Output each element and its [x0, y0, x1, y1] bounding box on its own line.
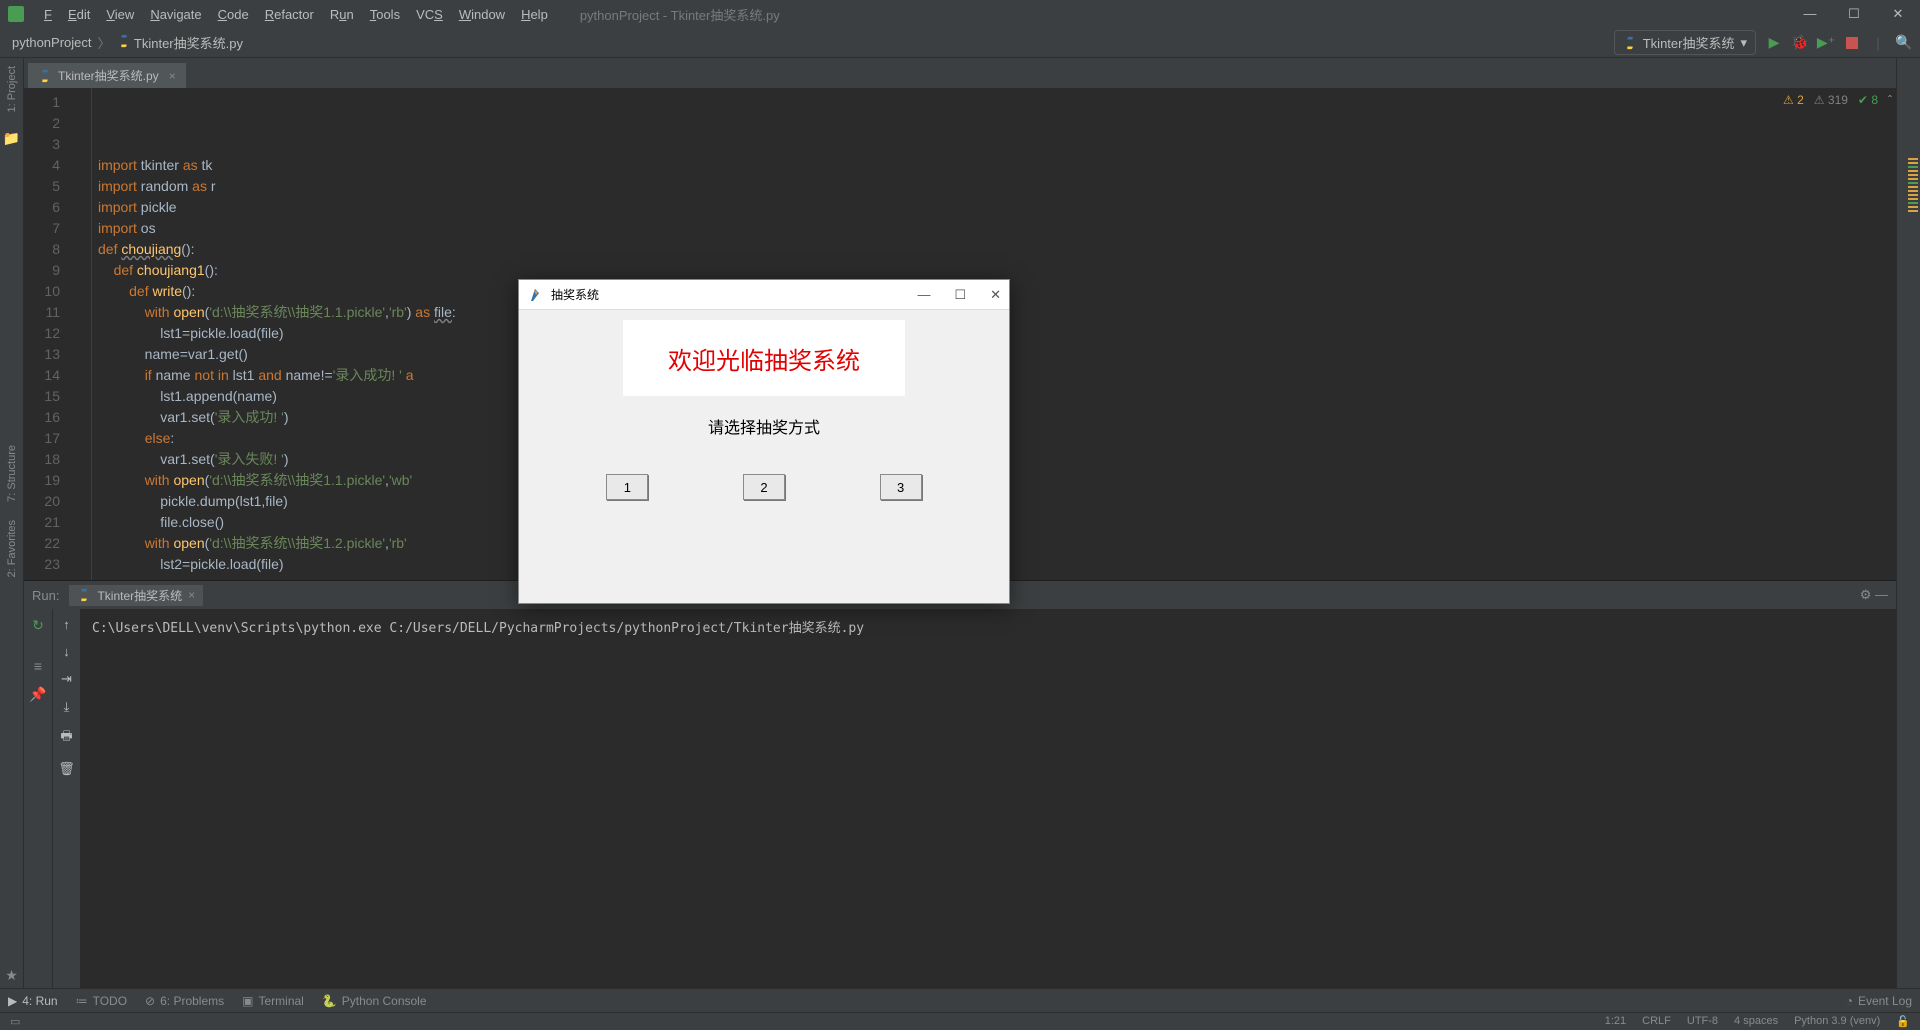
python-icon [38, 69, 52, 83]
tkinter-subtitle: 请选择抽奖方式 [519, 414, 1009, 438]
rerun-icon[interactable]: ↻ [32, 617, 44, 634]
maximize-button[interactable]: ☐ [1832, 6, 1876, 22]
right-gutter [1896, 58, 1920, 992]
tkinter-buttons: 1 2 3 [519, 474, 1009, 500]
gear-icon[interactable]: ⚙ — [1860, 587, 1888, 603]
folder-icon[interactable]: 📁 [3, 130, 20, 147]
close-icon[interactable]: × [188, 588, 195, 602]
editor-tabs: Tkinter抽奖系统.py × [24, 58, 1896, 88]
run-tab[interactable]: Tkinter抽奖系统 × [69, 585, 203, 606]
print-icon[interactable]: 🖶 [60, 727, 72, 749]
search-icon[interactable]: 🔍 [1896, 35, 1912, 51]
tk-feather-icon [527, 287, 543, 303]
breadcrumb-separator [96, 33, 113, 52]
menu-file[interactable]: F [36, 7, 60, 22]
navbar: pythonProject Tkinter抽奖系统.py Tkinter抽奖系统… [0, 28, 1920, 58]
tab-problems[interactable]: ⊘ 6: Problems [145, 994, 224, 1008]
breadcrumb-project[interactable]: pythonProject [8, 35, 96, 50]
fold-column[interactable] [72, 88, 92, 580]
tk-minimize[interactable]: — [917, 287, 930, 303]
tkinter-window: 抽奖系统 — ☐ ✕ 欢迎光临抽奖系统 请选择抽奖方式 1 2 3 [518, 279, 1010, 604]
left-tool-gutter: 1: Project 📁 7: Structure 2: Favorites ★ [0, 58, 24, 992]
breadcrumb-file[interactable]: Tkinter抽奖系统.py [113, 33, 247, 52]
menu-edit[interactable]: Edit [60, 7, 98, 22]
menu-navigate[interactable]: Navigate [142, 7, 209, 22]
down-icon[interactable]: ↓ [63, 644, 70, 659]
debug-button[interactable]: 🐞 [1792, 35, 1808, 51]
tool-project[interactable]: 1: Project [6, 66, 18, 112]
run-toolbar-left2: ↑ ↓ ⇥ ⤓ 🖶 🗑 [52, 609, 80, 992]
layout-icon[interactable]: ≡ [34, 658, 42, 674]
status-icon[interactable]: ▭ [10, 1015, 20, 1028]
wrap-icon[interactable]: ⇥ [61, 671, 72, 687]
stop-button[interactable] [1844, 35, 1860, 51]
ok-count: ✔ 8 [1858, 90, 1878, 111]
tab-python-console[interactable]: 🐍 Python Console [322, 994, 427, 1008]
minimize-button[interactable]: — [1788, 6, 1832, 22]
tk-close[interactable]: ✕ [990, 287, 1001, 303]
menu-tools[interactable]: Tools [362, 7, 408, 22]
window-title: pythonProject - Tkinter抽奖系统.py [580, 5, 780, 24]
menu-view[interactable]: View [98, 7, 142, 22]
python-icon [77, 588, 91, 602]
chevron-down-icon: ▾ [1740, 35, 1747, 51]
menu-help[interactable]: Help [513, 7, 556, 22]
close-tab-icon[interactable]: × [169, 69, 176, 83]
encoding[interactable]: UTF-8 [1687, 1015, 1718, 1028]
run-toolbar-left: ↻ ≡ 📌 [24, 609, 52, 992]
line-numbers: 1234567891011121314151617181920212223 [24, 88, 72, 580]
tab-event-log[interactable]: ◔ Event Log [1846, 994, 1912, 1008]
tk-maximize[interactable]: ☐ [954, 287, 966, 303]
error-count: ⚠ 2 [1783, 90, 1804, 111]
trash-icon[interactable]: 🗑 [58, 761, 75, 777]
indent[interactable]: 4 spaces [1734, 1015, 1778, 1028]
tool-favorites[interactable]: 2: Favorites [6, 520, 18, 577]
menu-code[interactable]: Code [210, 7, 257, 22]
menu-vcs[interactable]: VCS [408, 7, 451, 22]
tab-terminal[interactable]: ▣ Terminal [242, 994, 304, 1008]
run-output[interactable]: C:\Users\DELL\venv\Scripts\python.exe C:… [80, 609, 1896, 992]
menu-refactor[interactable]: Refactor [257, 7, 322, 22]
app-icon [8, 6, 24, 22]
run-config-selector[interactable]: Tkinter抽奖系统 ▾ [1614, 30, 1756, 55]
run-panel: Run: Tkinter抽奖系统 × ⚙ — ↻ ≡ 📌 ↑ ↓ ⇥ ⤓ 🖶 🗑… [24, 580, 1896, 992]
bottom-tool-tabs: ▶ 4: Run ≔ TODO ⊘ 6: Problems ▣ Terminal… [0, 988, 1920, 1012]
close-button[interactable]: ✕ [1876, 6, 1920, 22]
tab-run[interactable]: ▶ 4: Run [8, 994, 58, 1008]
cursor-position[interactable]: 1:21 [1605, 1015, 1626, 1028]
tkinter-titlebar[interactable]: 抽奖系统 — ☐ ✕ [519, 280, 1009, 310]
python-icon [1623, 36, 1637, 50]
tk-button-1[interactable]: 1 [606, 474, 648, 500]
line-ending[interactable]: CRLF [1642, 1015, 1671, 1028]
menubar: F Edit View Navigate Code Refactor Run T… [0, 0, 1920, 28]
scroll-icon[interactable]: ⤓ [64, 699, 70, 715]
up-icon[interactable]: ↑ [63, 617, 70, 632]
tool-structure[interactable]: 7: Structure [6, 445, 18, 502]
lock-icon[interactable]: 🔓 [1896, 1015, 1910, 1028]
warning-count: ⚠ 319 [1814, 90, 1848, 111]
run-button[interactable]: ▶ [1766, 35, 1782, 51]
pin-icon[interactable]: 📌 [29, 686, 46, 703]
menu-run[interactable]: Run [322, 7, 362, 22]
tk-button-2[interactable]: 2 [743, 474, 785, 500]
tkinter-title: 抽奖系统 [551, 286, 599, 303]
interpreter[interactable]: Python 3.9 (venv) [1794, 1015, 1880, 1028]
statusbar: ▭ 1:21 CRLF UTF-8 4 spaces Python 3.9 (v… [0, 1012, 1920, 1030]
chevron-up-icon[interactable]: ˆ [1888, 90, 1892, 111]
editor-tab[interactable]: Tkinter抽奖系统.py × [28, 63, 186, 88]
error-stripe[interactable] [1908, 158, 1918, 212]
divider: | [1870, 35, 1886, 51]
tab-todo[interactable]: ≔ TODO [76, 994, 127, 1008]
inspection-widget[interactable]: ⚠ 2 ⚠ 319 ✔ 8 ˆ [1783, 90, 1892, 111]
run-label: Run: [32, 588, 59, 603]
tkinter-banner: 欢迎光临抽奖系统 [623, 320, 905, 396]
star-icon[interactable]: ★ [5, 967, 18, 984]
tk-button-3[interactable]: 3 [880, 474, 922, 500]
coverage-button[interactable]: ▶⁺ [1818, 35, 1834, 51]
python-icon [117, 34, 131, 48]
menu-window[interactable]: Window [451, 7, 513, 22]
